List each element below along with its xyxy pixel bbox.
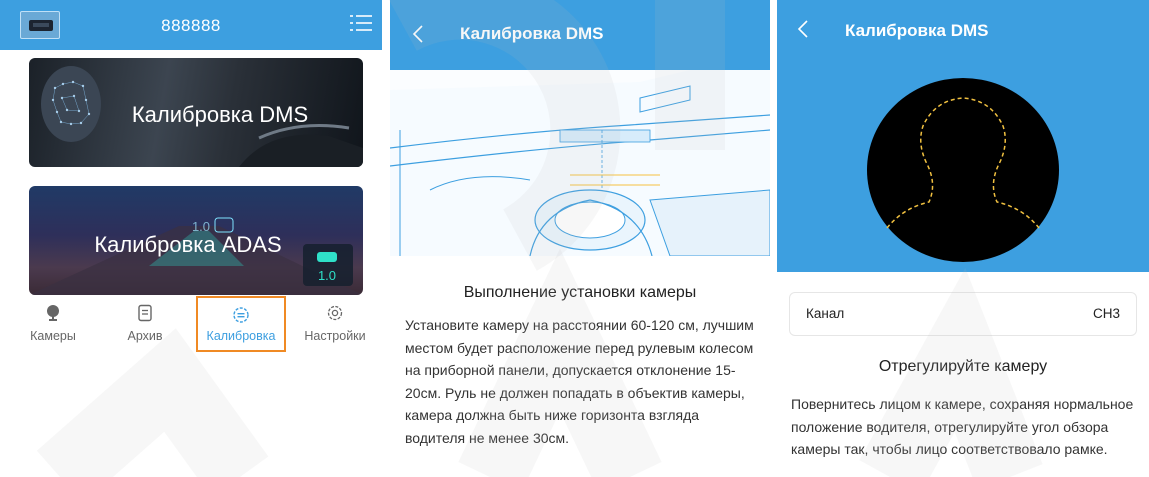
tab-settings[interactable]: Настройки <box>290 296 380 352</box>
archive-icon <box>138 304 152 322</box>
tab-cameras-label: Камеры <box>30 329 76 343</box>
header-bar: Калибровка DMS <box>390 0 770 70</box>
dms-calibration-card[interactable]: Калибровка DMS <box>29 58 363 167</box>
adas-calibration-card[interactable]: 1.0 1.0 Калибровка ADAS <box>29 186 363 295</box>
list-menu-icon[interactable] <box>350 11 372 35</box>
camera-preview <box>777 60 1149 272</box>
installation-heading: Выполнение установки камеры <box>463 284 697 301</box>
dms-card-label: Калибровка DMS <box>131 102 309 127</box>
device-title: 888888 <box>161 16 221 35</box>
camera-installation-illustration <box>390 70 770 257</box>
adjust-heading: Отрегулируйте камеру <box>878 358 1048 375</box>
back-arrow-icon[interactable] <box>412 25 424 43</box>
adas-card-label: Калибровка ADAS <box>94 232 282 257</box>
tab-calibration-label: Калибровка <box>206 329 276 343</box>
page-title: Калибровка DMS <box>845 21 989 40</box>
calibration-menu-screen: 888888 Калибровка DMS 1.0 1.0 Калибровка… <box>0 0 382 477</box>
camera-pin-icon <box>47 305 59 321</box>
channel-row[interactable]: Канал CH3 <box>789 292 1137 336</box>
adjust-instructions: Повернитесь лицом к камере, сохраняя нор… <box>791 396 1134 457</box>
header-bar: Калибровка DMS <box>777 0 1149 60</box>
bottom-tab-bar: Камеры Архив Калибровка Настройки <box>0 296 382 352</box>
installation-instructions: Установите камеру на расстоянии 60-120 с… <box>405 317 754 446</box>
channel-value: CH3 <box>1092 306 1120 321</box>
top-bar: 888888 <box>0 0 382 50</box>
settings-gear-icon <box>327 305 343 321</box>
camera-adjustment-screen: Калибровка DMS Канал CH3 Отрегулируйте к… <box>777 0 1149 477</box>
back-arrow-icon[interactable] <box>797 20 809 38</box>
page-title: Калибровка DMS <box>460 24 604 43</box>
calibration-icon <box>233 307 249 323</box>
tab-cameras[interactable]: Камеры <box>8 296 98 352</box>
channel-label: Канал <box>806 306 845 321</box>
tab-archive[interactable]: Архив <box>100 296 190 352</box>
tab-settings-label: Настройки <box>304 329 366 343</box>
tab-archive-label: Архив <box>127 329 163 343</box>
adas-distance-badge: 1.0 <box>318 268 336 283</box>
camera-installation-screen: Калибровка DMS Выполнение установки каме… <box>390 0 770 477</box>
tab-calibration[interactable]: Калибровка <box>196 296 286 352</box>
screenshot-collage: 888888 Калибровка DMS 1.0 1.0 Калибровка… <box>0 0 1149 477</box>
